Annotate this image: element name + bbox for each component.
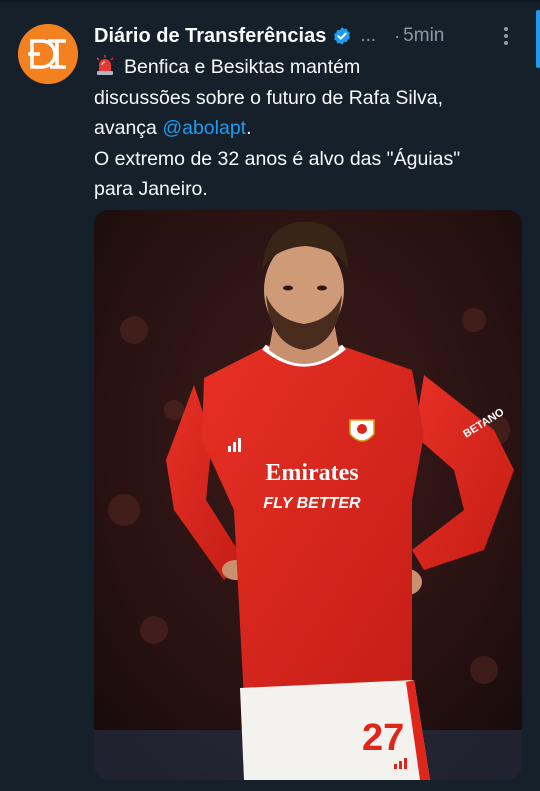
tweet-line-2: discussões sobre o futuro de Rafa Silva,: [94, 86, 444, 109]
author-handle[interactable]: ...: [360, 25, 376, 47]
verified-badge-icon[interactable]: [332, 26, 352, 46]
player-photo: Emirates FLY BETTER BETANO 27: [94, 210, 522, 780]
tweet-line-4: O extremo de 32 anos é alvo das "Águias": [94, 147, 461, 170]
tweet-line-3: avança @abolapt.: [94, 113, 524, 144]
jersey-sponsor-text-1: Emirates: [265, 460, 358, 486]
siren-icon: [96, 55, 114, 75]
mention-link[interactable]: @abolapt: [162, 117, 246, 139]
author-name[interactable]: Diário de Transferências: [94, 25, 326, 48]
tweet-line-1: Benfica e Besiktas mantém: [94, 52, 524, 83]
tweet-text: Benfica e Besiktas mantém discussões sob…: [94, 52, 524, 205]
tweet-header: Diário de Transferências ... · 5min: [94, 20, 522, 52]
tweet-media-photo[interactable]: Emirates FLY BETTER BETANO 27: [94, 210, 522, 780]
top-divider: [0, 0, 540, 2]
tweet-line-3-prefix: avança: [94, 117, 157, 139]
tweet-line-3-suffix: .: [246, 117, 252, 139]
scroll-indicator[interactable]: [536, 10, 540, 68]
author-avatar[interactable]: [18, 24, 78, 84]
tweet-line-5: para Janeiro.: [94, 178, 208, 200]
time-separator: ·: [394, 25, 401, 46]
jersey-number: 27: [362, 717, 404, 759]
tweet-line-1-text: Benfica e Besiktas mantém: [124, 56, 361, 78]
jersey-sponsor-text-2: FLY BETTER: [263, 495, 361, 512]
timestamp[interactable]: 5min: [403, 25, 444, 47]
more-options-icon[interactable]: [494, 22, 518, 50]
dt-logo-icon: [18, 24, 78, 84]
